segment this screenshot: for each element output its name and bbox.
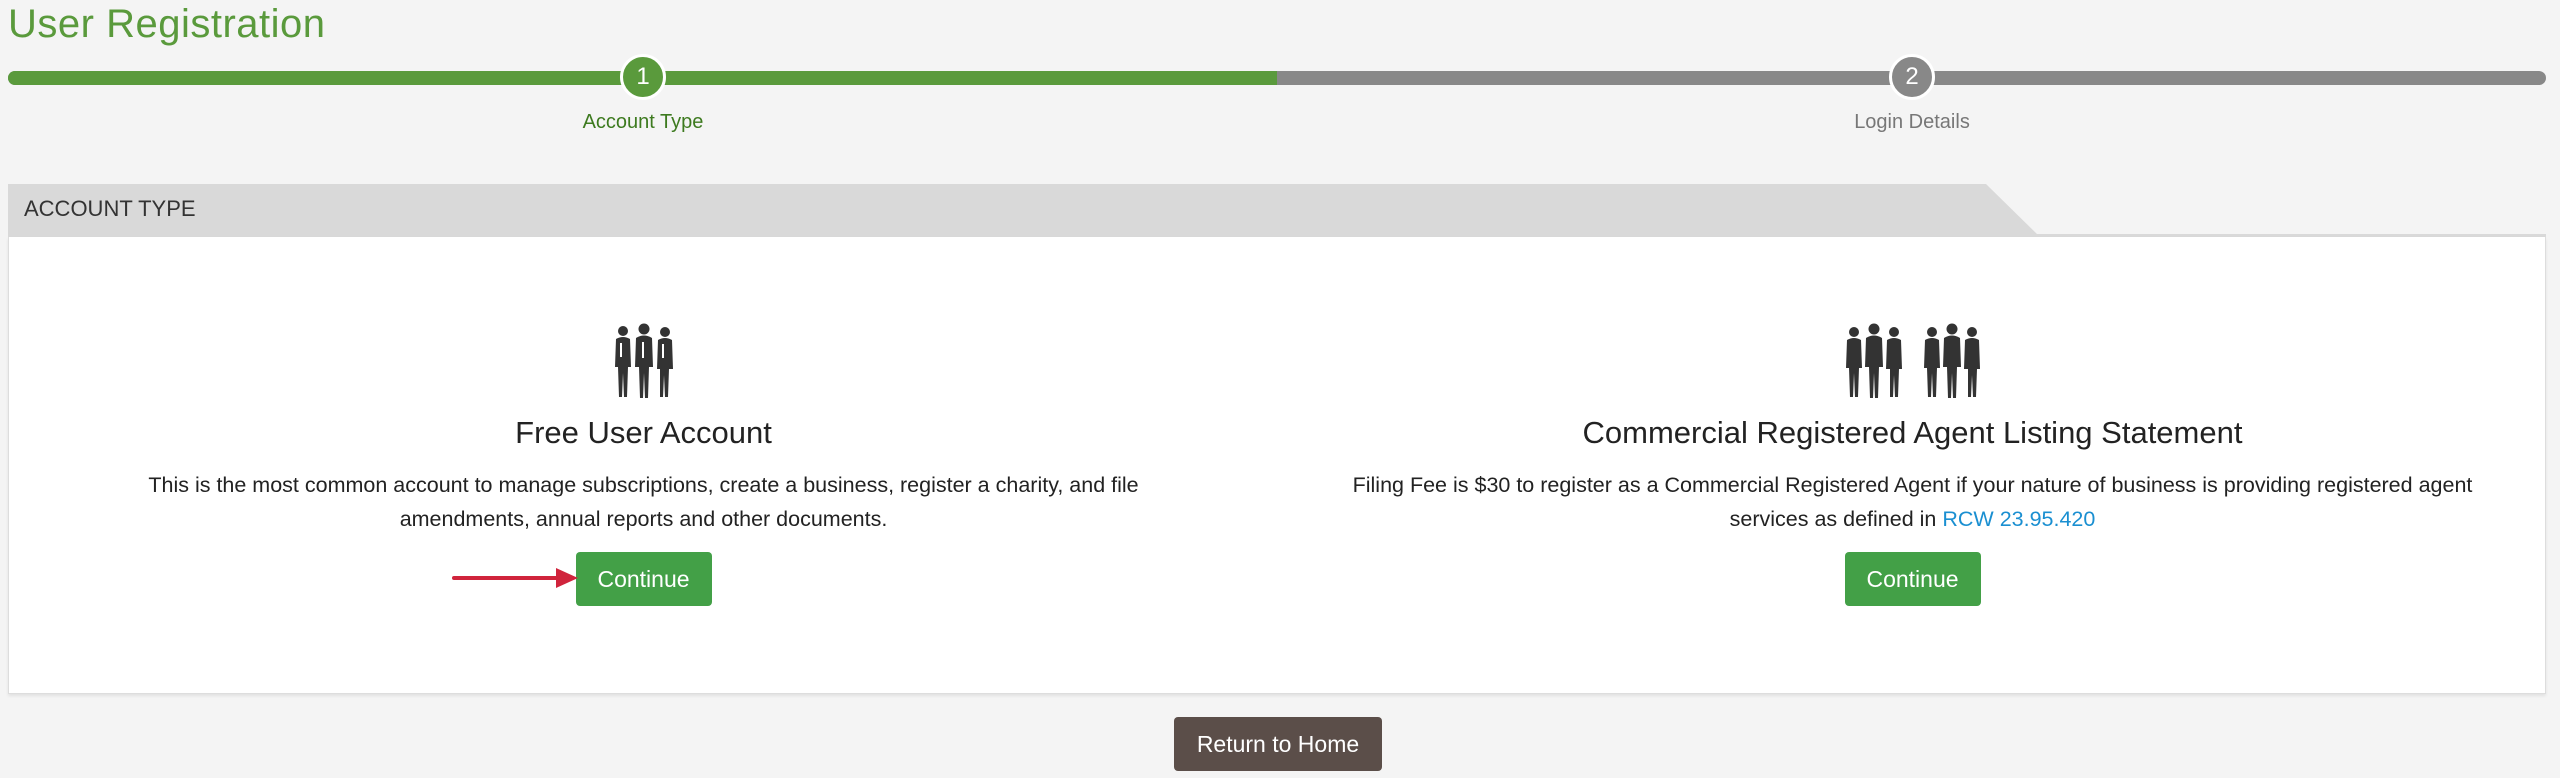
annotation-arrow-icon [452, 563, 582, 598]
step-2-indicator: 2 [1889, 54, 1935, 100]
panel-tab-label: ACCOUNT TYPE [24, 196, 196, 221]
option-description-text: Filing Fee is $30 to register as a Comme… [1352, 473, 2473, 531]
step-1-indicator: 1 [620, 54, 666, 100]
panel-tab [8, 184, 2040, 237]
step-1-label: Account Type [582, 111, 704, 133]
progress-bar [8, 71, 2546, 85]
step-2-label: Login Details [1854, 111, 1970, 133]
option-commercial-registered-agent: Commercial Registered Agent Listing Stat… [1278, 237, 2547, 693]
people-group-large-icon [1845, 323, 1981, 404]
rcw-link[interactable]: RCW 23.95.420 [1942, 507, 2095, 531]
option-free-user-account: Free User Account This is the most commo… [9, 237, 1278, 693]
people-group-icon [613, 323, 675, 404]
option-title: Free User Account [515, 415, 772, 450]
continue-free-account-button[interactable]: Continue [575, 552, 712, 606]
return-to-home-button[interactable]: Return to Home [1174, 717, 1382, 771]
option-description: Filing Fee is $30 to register as a Comme… [1348, 468, 2478, 536]
page-title: User Registration [8, 2, 326, 46]
option-description: This is the most common account to manag… [148, 473, 1139, 531]
account-type-panel: Free User Account This is the most commo… [8, 237, 2546, 694]
continue-commercial-agent-button[interactable]: Continue [1844, 552, 1981, 606]
option-title: Commercial Registered Agent Listing Stat… [1582, 415, 2243, 450]
